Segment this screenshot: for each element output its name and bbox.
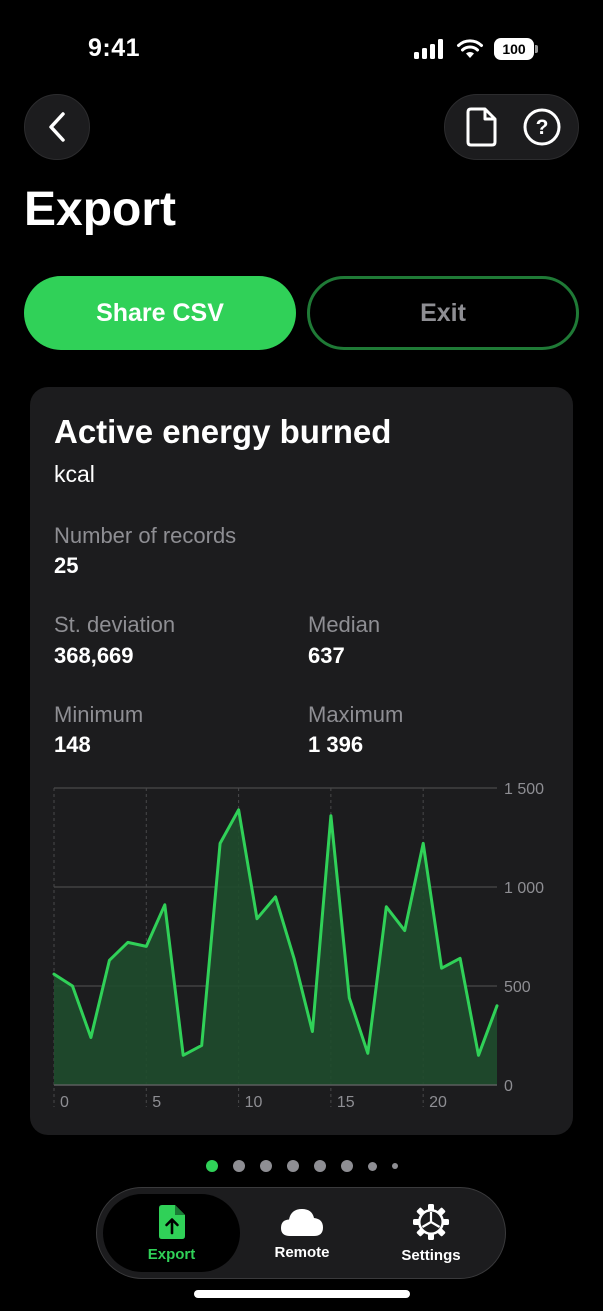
metric-unit: kcal (54, 461, 95, 487)
x-tick-label: 10 (245, 1094, 263, 1111)
help-button[interactable]: ? (516, 101, 568, 153)
stats-card: Active energy burned kcal Number of reco… (30, 387, 573, 1135)
status-icons: 100 (414, 36, 538, 62)
metric-title: Active energy burned (54, 413, 392, 450)
export-doc-icon (158, 1204, 185, 1239)
back-button[interactable] (24, 94, 90, 160)
page-dot[interactable] (232, 1160, 245, 1172)
median-value: 637 (308, 643, 345, 668)
exit-button[interactable]: Exit (307, 276, 579, 350)
y-tick-label: 500 (504, 979, 531, 996)
stdev-label: St. deviation (54, 612, 176, 637)
page-dot[interactable] (391, 1163, 398, 1169)
home-indicator (194, 1290, 410, 1298)
x-tick-label: 0 (60, 1094, 69, 1111)
page-dot[interactable] (259, 1160, 272, 1172)
tab-bar: Export Remote Settings (96, 1187, 506, 1279)
tab-export-label: Export (147, 1245, 196, 1263)
maximum-value: 1 396 (308, 732, 364, 757)
y-tick-label: 1 500 (504, 781, 544, 798)
tab-remote[interactable]: Remote (241, 1194, 363, 1272)
tab-settings[interactable]: Settings (367, 1194, 495, 1272)
minimum-value: 148 (54, 732, 91, 757)
x-tick-label: 15 (337, 1094, 355, 1111)
battery-level: 100 (502, 41, 526, 57)
document-button[interactable] (455, 101, 507, 153)
energy-chart: 0 500 1 000 1 500 0 5 10 15 20 (52, 781, 544, 1111)
series-area (54, 809, 497, 1085)
minimum-label: Minimum (54, 702, 144, 727)
status-time: 9:41 (88, 34, 141, 62)
cloud-icon (281, 1208, 323, 1236)
y-tick-label: 0 (504, 1078, 513, 1095)
maximum-label: Maximum (308, 702, 404, 727)
question-circle-icon: ? (523, 108, 561, 146)
page-dot[interactable] (340, 1160, 353, 1172)
median-label: Median (308, 612, 381, 637)
x-tick-label: 5 (152, 1094, 161, 1111)
page-indicator (0, 1160, 603, 1172)
svg-text:?: ? (535, 116, 548, 139)
page-dot[interactable] (205, 1160, 218, 1172)
tab-export[interactable]: Export (103, 1194, 240, 1272)
document-icon (466, 107, 497, 147)
gear-icon (413, 1203, 449, 1240)
signal-icon (414, 39, 443, 59)
page-dot[interactable] (286, 1160, 299, 1172)
page-title: Export (24, 183, 177, 236)
stdev-value: 368,669 (54, 643, 134, 668)
share-csv-button[interactable]: Share CSV (24, 276, 296, 350)
top-actions: ? (444, 94, 579, 160)
y-tick-label: 1 000 (504, 880, 544, 897)
page-dot[interactable] (313, 1160, 326, 1172)
x-tick-label: 20 (429, 1094, 447, 1111)
records-label: Number of records (54, 523, 237, 548)
records-value: 25 (54, 553, 79, 578)
tab-settings-label: Settings (401, 1246, 461, 1264)
tab-remote-label: Remote (274, 1243, 330, 1261)
wifi-icon (457, 39, 483, 58)
chevron-left-icon (49, 112, 65, 142)
battery-indicator: 100 (494, 38, 538, 60)
page-dot[interactable] (367, 1161, 377, 1171)
